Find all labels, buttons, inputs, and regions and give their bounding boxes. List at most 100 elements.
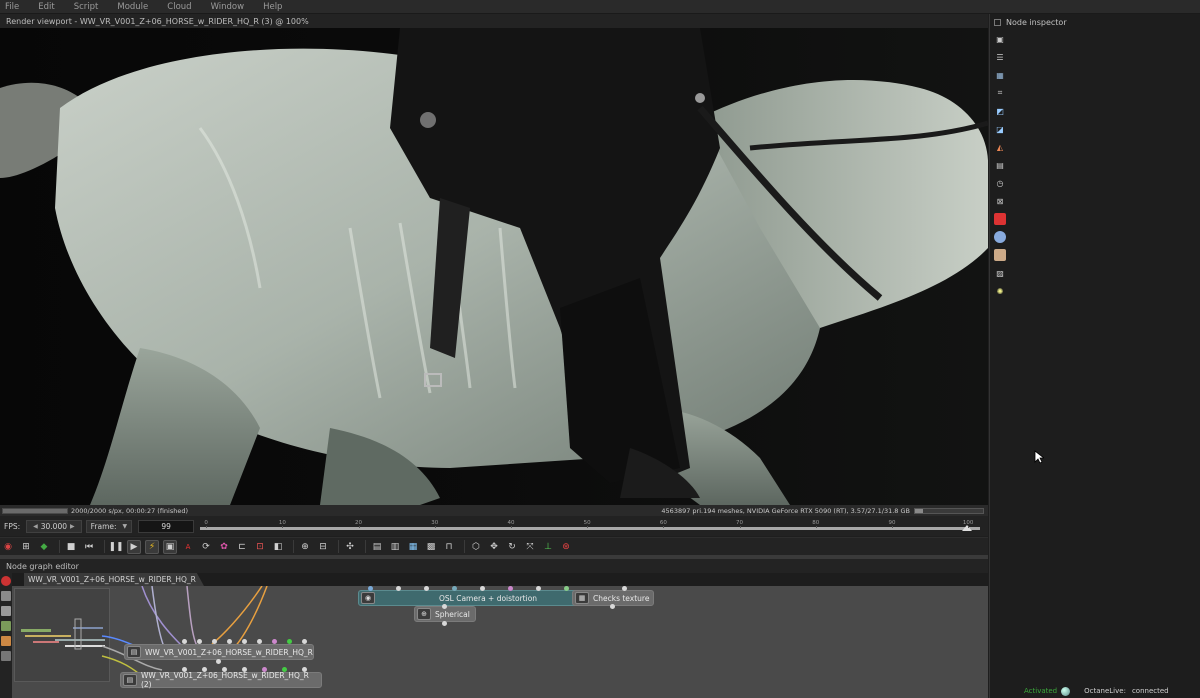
kernel-icon[interactable]: ◪ bbox=[994, 123, 1006, 135]
box-icon[interactable] bbox=[994, 249, 1006, 261]
input-pin[interactable] bbox=[396, 586, 401, 591]
timeline-ruler[interactable]: 0 10 20 30 40 50 60 70 80 90 100 bbox=[200, 516, 981, 536]
node-scene-b[interactable]: ▤ WW_VR_V001_Z+06_HORSE_w_RIDER_HQ_R (2) bbox=[120, 671, 322, 689]
camera-icon[interactable] bbox=[1, 651, 11, 661]
timeline-track[interactable] bbox=[200, 527, 981, 530]
pause-icon[interactable]: ❚❚ bbox=[108, 540, 123, 554]
input-pin[interactable] bbox=[564, 586, 569, 591]
play-icon[interactable]: ▶ bbox=[127, 539, 141, 554]
input-pin[interactable] bbox=[302, 667, 307, 672]
input-pin[interactable] bbox=[452, 586, 457, 591]
input-pin[interactable] bbox=[508, 586, 513, 591]
input-pin[interactable] bbox=[227, 639, 232, 644]
list-icon[interactable] bbox=[1, 606, 11, 616]
sync-icon[interactable]: ⟳ bbox=[199, 540, 213, 554]
output-pin[interactable] bbox=[442, 621, 447, 626]
input-pin[interactable] bbox=[302, 639, 307, 644]
fps-spinner[interactable]: ◀ 30.000 ▶ bbox=[26, 519, 82, 533]
input-pin[interactable] bbox=[424, 586, 429, 591]
save-icon[interactable]: ▤ bbox=[370, 540, 384, 554]
input-pin[interactable] bbox=[272, 639, 277, 644]
output-pin[interactable] bbox=[442, 604, 447, 609]
input-pin[interactable] bbox=[536, 586, 541, 591]
input-pin[interactable] bbox=[282, 667, 287, 672]
render-icon[interactable]: ◩ bbox=[994, 105, 1006, 117]
stack-icon[interactable]: ☰ bbox=[994, 51, 1006, 63]
fps-value[interactable]: 30.000 bbox=[41, 522, 67, 531]
scene-icon[interactable]: ⊞ bbox=[19, 540, 33, 554]
zoom-icon[interactable]: ⊕ bbox=[298, 540, 312, 554]
pin-checkbox[interactable] bbox=[994, 18, 1001, 26]
focus-icon[interactable]: ⊡ bbox=[253, 540, 267, 554]
region-icon[interactable]: ⊏ bbox=[235, 540, 249, 554]
input-pin[interactable] bbox=[212, 639, 217, 644]
node-graph-canvas[interactable]: ◉ OSL Camera + doistortion ▦ Checks text… bbox=[12, 586, 988, 698]
input-pin[interactable] bbox=[242, 639, 247, 644]
input-pin[interactable] bbox=[222, 667, 227, 672]
clock-icon[interactable]: ◷ bbox=[994, 177, 1006, 189]
palette-icon[interactable]: ✿ bbox=[217, 540, 231, 554]
stop-icon[interactable]: ■ bbox=[64, 540, 78, 554]
gizmo-icon[interactable]: ⊛ bbox=[559, 540, 573, 554]
material-icon[interactable]: ◭ bbox=[994, 141, 1006, 153]
lightning-icon[interactable]: ⚡ bbox=[145, 539, 159, 554]
axis-icon[interactable]: ⊥ bbox=[541, 540, 555, 554]
menu-edit[interactable]: Edit bbox=[38, 2, 54, 12]
rewind-icon[interactable]: ⏮ bbox=[82, 540, 96, 554]
frame-dropdown[interactable]: Frame: ▼ bbox=[85, 519, 133, 533]
input-pin[interactable] bbox=[242, 667, 247, 672]
input-pin[interactable] bbox=[622, 586, 627, 591]
image-icon[interactable] bbox=[1, 621, 11, 631]
input-pin[interactable] bbox=[197, 639, 202, 644]
menu-help[interactable]: Help bbox=[263, 2, 282, 12]
rotate-icon[interactable]: ↻ bbox=[505, 540, 519, 554]
render-viewport[interactable] bbox=[0, 28, 988, 505]
table-icon[interactable]: ▤ bbox=[994, 159, 1006, 171]
input-pin[interactable] bbox=[262, 667, 267, 672]
input-pin[interactable] bbox=[182, 667, 187, 672]
render-target-icon[interactable]: ◉ bbox=[1, 540, 15, 554]
cube-icon[interactable]: ⬡ bbox=[469, 540, 483, 554]
camera-icon[interactable]: ⌗ bbox=[994, 87, 1006, 99]
input-pin[interactable] bbox=[480, 586, 485, 591]
picture-icon[interactable]: ▨ bbox=[994, 267, 1006, 279]
picker-icon[interactable]: ✣ bbox=[343, 540, 357, 554]
transform-icon[interactable]: ⊠ bbox=[994, 195, 1006, 207]
output-pin[interactable] bbox=[610, 604, 615, 609]
image-icon[interactable]: ▦ bbox=[406, 540, 420, 554]
aov-icon[interactable]: A bbox=[181, 540, 195, 554]
layers-icon[interactable]: ▣ bbox=[994, 33, 1006, 45]
move-icon[interactable]: ✥ bbox=[487, 540, 501, 554]
sun-icon[interactable]: ✺ bbox=[994, 285, 1006, 297]
menu-file[interactable]: File bbox=[5, 2, 19, 12]
render-target-icon[interactable] bbox=[1, 576, 11, 586]
color-cube-icon[interactable]: ◆ bbox=[37, 540, 51, 554]
image-icon[interactable]: ▦ bbox=[994, 69, 1006, 81]
input-pin[interactable] bbox=[368, 586, 373, 591]
node-scene-a[interactable]: ▤ WW_VR_V001_Z+06_HORSE_w_RIDER_HQ_R bbox=[124, 644, 314, 660]
frame-input[interactable]: 99 bbox=[138, 519, 195, 533]
input-pin[interactable] bbox=[257, 639, 262, 644]
blue-sphere-icon[interactable] bbox=[994, 231, 1006, 243]
input-pin[interactable] bbox=[287, 639, 292, 644]
menu-module[interactable]: Module bbox=[117, 2, 148, 12]
grid-icon[interactable] bbox=[1, 591, 11, 601]
monitor-icon[interactable]: ▣ bbox=[163, 539, 177, 554]
node-graph-tab[interactable]: WW_VR_V001_Z+06_HORSE_w_RIDER_HQ_R bbox=[24, 573, 204, 586]
input-pin[interactable] bbox=[202, 667, 207, 672]
mask-icon[interactable]: ◧ bbox=[271, 540, 285, 554]
node-icon[interactable] bbox=[1, 636, 11, 646]
menu-window[interactable]: Window bbox=[211, 2, 245, 12]
menu-script[interactable]: Script bbox=[74, 2, 99, 12]
fullscreen-icon[interactable]: ⤧ bbox=[523, 540, 537, 554]
texture-icon[interactable]: ▩ bbox=[424, 540, 438, 554]
load-icon[interactable]: ▥ bbox=[388, 540, 402, 554]
menu-cloud[interactable]: Cloud bbox=[167, 2, 191, 12]
crop-icon[interactable]: ⊟ bbox=[316, 540, 330, 554]
lock-icon[interactable]: ⊓ bbox=[442, 540, 456, 554]
fps-increment-icon[interactable]: ▶ bbox=[70, 523, 75, 530]
input-pin[interactable] bbox=[182, 639, 187, 644]
output-pin[interactable] bbox=[216, 659, 221, 664]
fps-decrement-icon[interactable]: ◀ bbox=[33, 523, 38, 530]
red-cube-icon[interactable] bbox=[994, 213, 1006, 225]
